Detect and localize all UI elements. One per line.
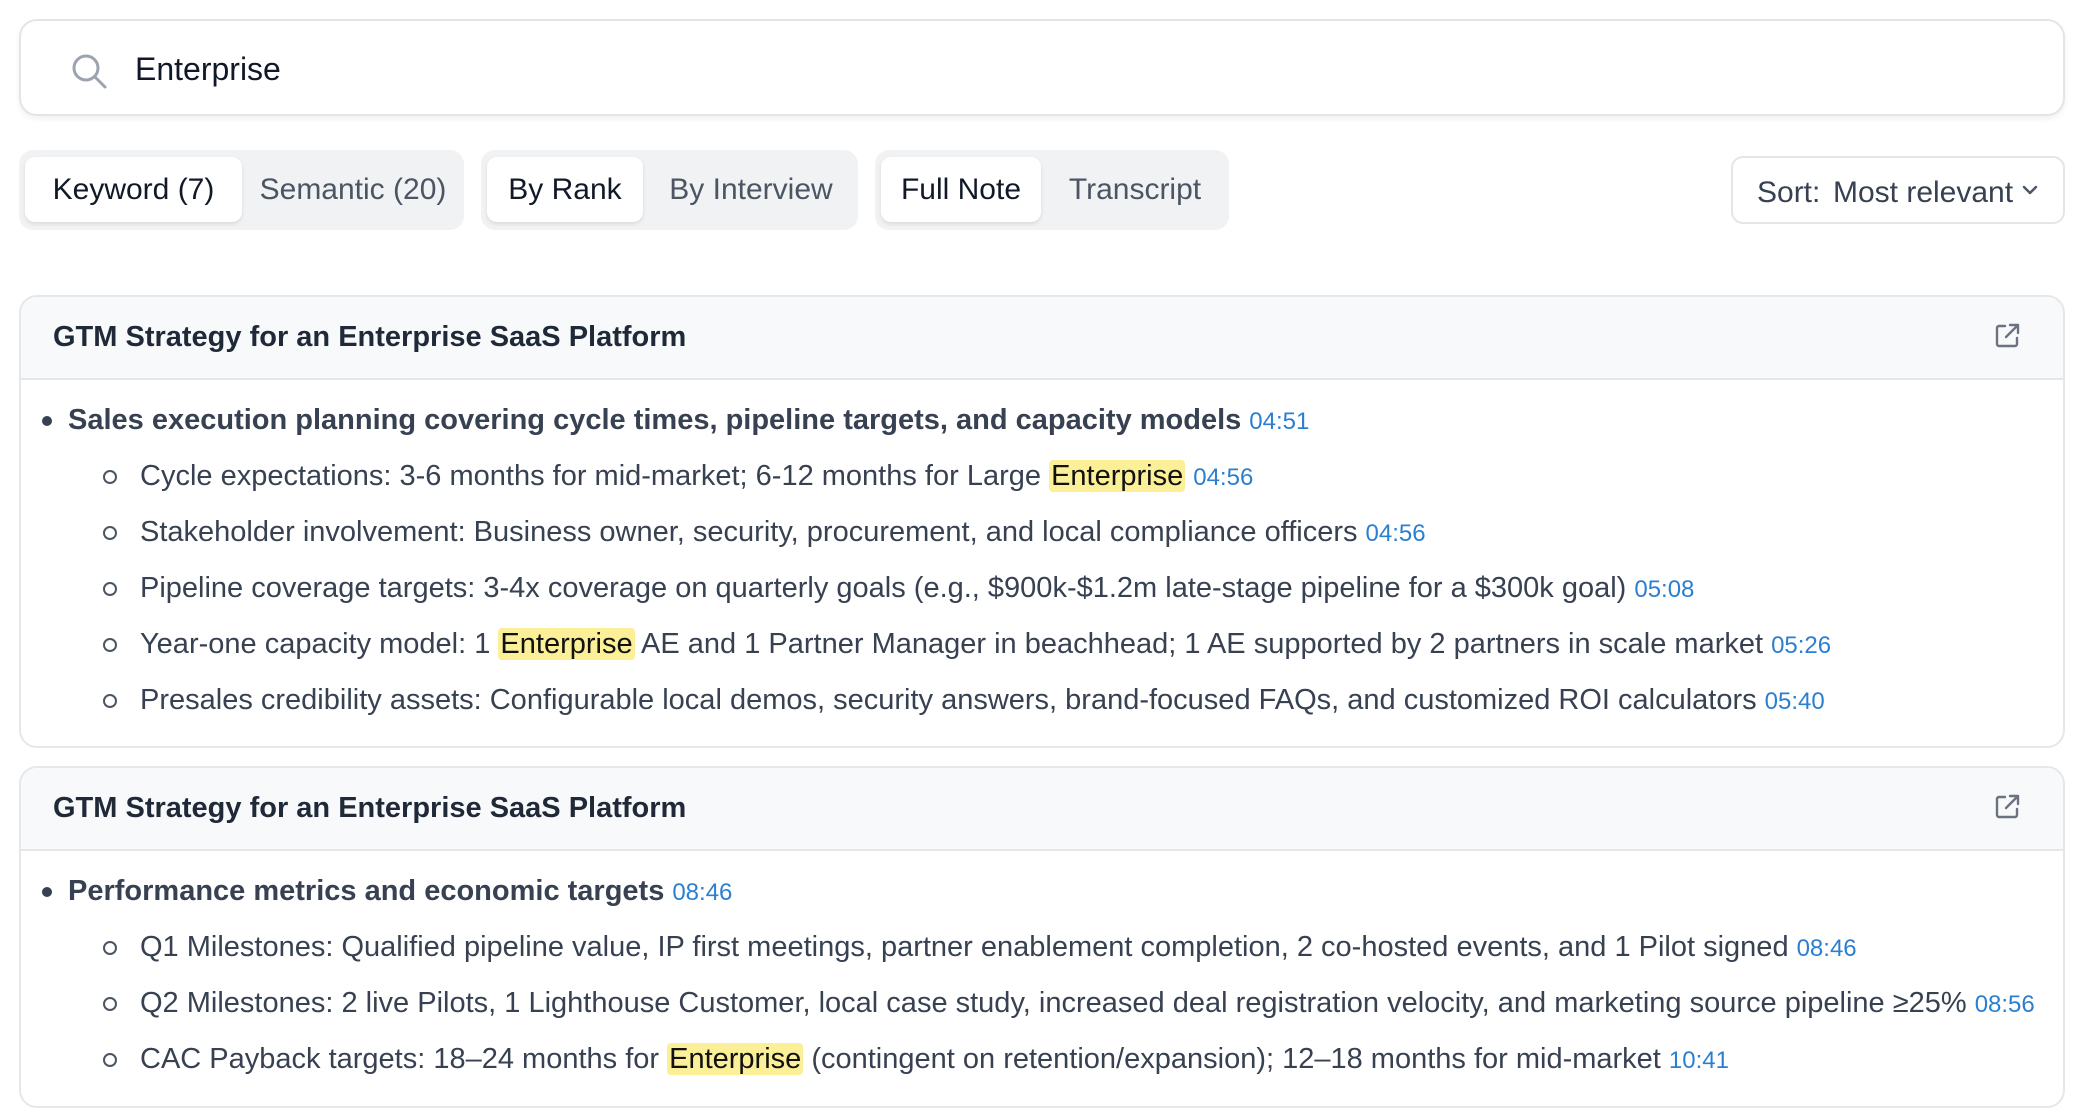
timestamp-link[interactable]: 08:46	[1797, 935, 1857, 962]
item-text: Stakeholder involvement: Business owner,…	[140, 516, 1358, 548]
item-text: Q1 Milestones: Qualified pipeline value,…	[140, 931, 1789, 963]
tab-by-interview[interactable]: By Interview	[649, 157, 853, 222]
item-text-after: (contingent on retention/expansion); 12–…	[803, 1043, 1661, 1075]
bullet-ring	[103, 997, 117, 1011]
item-text: Pipeline coverage targets: 3-4x coverage…	[140, 572, 1627, 604]
tab-transcript[interactable]: Transcript	[1047, 157, 1223, 222]
external-link-icon[interactable]	[1991, 791, 2023, 823]
topic-line: Performance metrics and economic targets…	[68, 875, 732, 908]
card-header: GTM Strategy for an Enterprise SaaS Plat…	[21, 768, 2063, 851]
grouping-toggle: By Rank By Interview	[481, 150, 858, 230]
tab-full-note[interactable]: Full Note	[881, 157, 1041, 222]
bullet-ring	[103, 638, 117, 652]
bullet-ring	[103, 941, 117, 955]
bullet-ring	[103, 694, 117, 708]
card-header: GTM Strategy for an Enterprise SaaS Plat…	[21, 297, 2063, 380]
bullet-ring	[103, 582, 117, 596]
result-card: GTM Strategy for an Enterprise SaaS Plat…	[19, 766, 2065, 1108]
keyword-highlight: Enterprise	[667, 1043, 804, 1075]
tab-keyword[interactable]: Keyword (7)	[25, 157, 242, 222]
bullet-dot	[42, 887, 52, 897]
item-text: Cycle expectations: 3-6 months for mid-m…	[140, 460, 1050, 492]
bullet-ring	[103, 1053, 117, 1067]
keyword-highlight: Enterprise	[1049, 460, 1186, 492]
chevron-down-icon	[2022, 185, 2038, 195]
list-item: Stakeholder involvement: Business owner,…	[140, 516, 1426, 549]
bullet-ring	[103, 526, 117, 540]
item-text: Presales credibility assets: Configurabl…	[140, 684, 1757, 716]
result-card: GTM Strategy for an Enterprise SaaS Plat…	[19, 295, 2065, 748]
list-item: Pipeline coverage targets: 3-4x coverage…	[140, 572, 1694, 605]
bullet-ring	[103, 470, 117, 484]
timestamp-link[interactable]: 05:08	[1634, 576, 1694, 603]
sort-dropdown[interactable]: Sort: Most relevant	[1731, 156, 2065, 224]
timestamp-link[interactable]: 05:40	[1765, 688, 1825, 715]
sort-value: Most relevant	[1833, 176, 2014, 209]
search-input[interactable]	[135, 43, 2035, 95]
match-type-toggle: Keyword (7) Semantic (20)	[19, 150, 464, 230]
list-item: Q1 Milestones: Qualified pipeline value,…	[140, 931, 1857, 964]
tab-semantic[interactable]: Semantic (20)	[247, 157, 459, 222]
item-text: CAC Payback targets: 18–24 months for	[140, 1043, 668, 1075]
topic-line: Sales execution planning covering cycle …	[68, 404, 1309, 437]
item-text: Q2 Milestones: 2 live Pilots, 1 Lighthou…	[140, 987, 1967, 1019]
timestamp-link[interactable]: 04:56	[1366, 520, 1426, 547]
card-title: GTM Strategy for an Enterprise SaaS Plat…	[53, 321, 687, 353]
list-item: Presales credibility assets: Configurabl…	[140, 684, 1825, 717]
tab-by-rank[interactable]: By Rank	[487, 157, 643, 222]
search-icon	[72, 54, 107, 89]
timestamp-link[interactable]: 04:51	[1249, 408, 1309, 435]
search-bar[interactable]	[19, 19, 2065, 116]
list-item: Year-one capacity model: 1 Enterprise AE…	[140, 628, 1831, 661]
list-item: Q2 Milestones: 2 live Pilots, 1 Lighthou…	[140, 987, 2035, 1020]
topic-text: Sales execution planning covering cycle …	[68, 404, 1242, 436]
timestamp-link[interactable]: 04:56	[1193, 464, 1253, 491]
timestamp-link[interactable]: 08:56	[1975, 991, 2035, 1018]
topic-text: Performance metrics and economic targets	[68, 875, 665, 907]
card-title: GTM Strategy for an Enterprise SaaS Plat…	[53, 792, 687, 824]
timestamp-link[interactable]: 05:26	[1771, 632, 1831, 659]
list-item: CAC Payback targets: 18–24 months for En…	[140, 1043, 1729, 1076]
search-results-page: Keyword (7) Semantic (20) By Rank By Int…	[0, 0, 2080, 1114]
bullet-dot	[42, 416, 52, 426]
keyword-highlight: Enterprise	[498, 628, 635, 660]
timestamp-link[interactable]: 10:41	[1669, 1047, 1729, 1074]
external-link-icon[interactable]	[1991, 320, 2023, 352]
item-text-after: AE and 1 Partner Manager in beachhead; 1…	[634, 628, 1764, 660]
sort-label: Sort:	[1757, 176, 1821, 209]
list-item: Cycle expectations: 3-6 months for mid-m…	[140, 460, 1253, 493]
item-text: Year-one capacity model: 1	[140, 628, 499, 660]
timestamp-link[interactable]: 08:46	[672, 879, 732, 906]
view-toggle: Full Note Transcript	[875, 150, 1229, 230]
